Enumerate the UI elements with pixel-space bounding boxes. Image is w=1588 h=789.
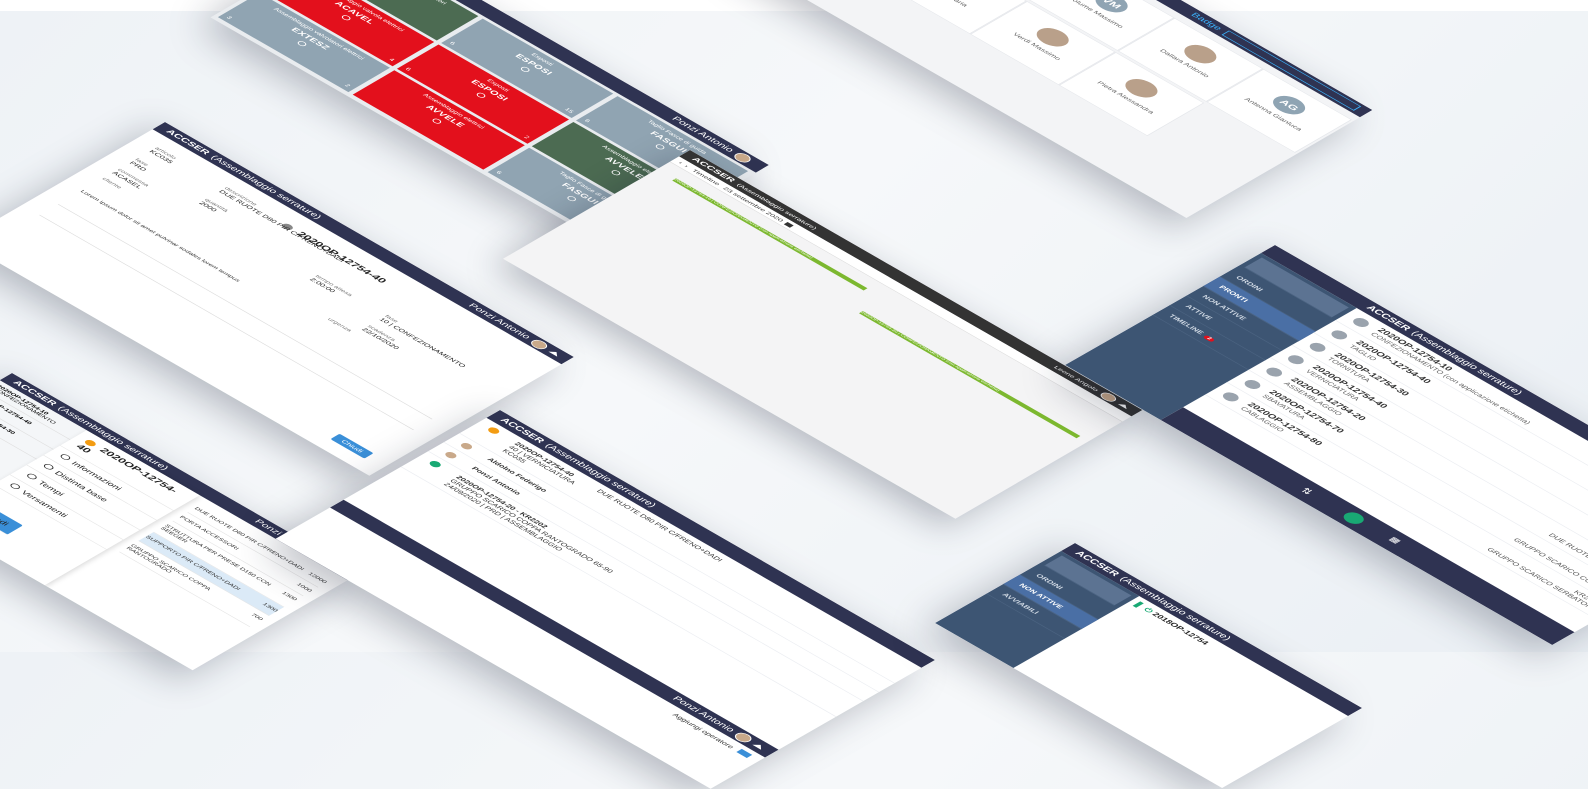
avatar[interactable] — [528, 338, 550, 351]
tile-count: 6 — [495, 170, 503, 175]
tile-qty: 2 — [522, 135, 530, 140]
operators-screen: Badge Fabbri BattistaDADallara AntonioVM… — [734, 0, 1372, 218]
detail-field: articoloKC035 — [148, 146, 179, 164]
user-name: Ponzi Antonio — [466, 302, 532, 340]
component-qty: 1300 — [276, 591, 298, 604]
home-icon[interactable] — [548, 350, 560, 357]
tile-count: 6 — [583, 119, 591, 124]
component-qty: 1300 — [261, 602, 279, 612]
badge: 2 — [1203, 335, 1215, 342]
app-name: ACCSER — [164, 128, 212, 156]
tile-qty: 2 — [343, 83, 351, 88]
corner-header: ACCSER (Assemblaggio serrature) — [1061, 543, 1362, 716]
assign-desc — [533, 502, 540, 506]
status-icon — [427, 460, 443, 469]
chevron-left-icon[interactable]: ‹ — [677, 161, 684, 165]
operator-name: Rossi Maria — [902, 0, 995, 22]
tile-qty: 4 — [387, 58, 395, 63]
detail-field: urgenza — [326, 317, 352, 332]
order-icon — [1285, 353, 1307, 366]
status-icon — [486, 426, 502, 435]
download-icon — [9, 482, 22, 490]
order-icon — [1220, 391, 1242, 404]
timeline-screen: ACCSER (Assemblaggio serrature) Leone An… — [503, 150, 1142, 519]
avatar[interactable] — [732, 731, 755, 744]
home-icon[interactable] — [1118, 402, 1130, 409]
status-icon — [443, 451, 459, 460]
people-grid: Fabbri BattistaDADallara AntonioVMVolume… — [734, 0, 1360, 218]
calendar-icon[interactable] — [784, 222, 794, 228]
detail-field: tempo attesa2:00:00 — [308, 274, 353, 300]
operator-name: Antenna Gianluca — [1227, 88, 1320, 141]
list-icon — [42, 463, 55, 471]
component-qty: 1000 — [295, 583, 313, 593]
assign-desc — [620, 577, 638, 588]
assign-list: 2020OP-12754-4040 | VERNICIATURAKC035DUE… — [401, 418, 922, 717]
corner-screen: ACCSER (Assemblaggio serrature) ORDININO… — [935, 543, 1362, 788]
order-icon — [1307, 341, 1329, 354]
assign-row[interactable]: Aldolno Federigo — [444, 433, 895, 692]
assign-desc — [559, 500, 566, 504]
order-icon — [1242, 378, 1264, 391]
confirm-button[interactable] — [1340, 510, 1368, 526]
tile-qty: 15 — [563, 107, 574, 114]
divider — [58, 204, 433, 419]
tile-count: 3 — [225, 15, 233, 20]
order-icon — [1263, 366, 1285, 379]
detail-field: fasePRD — [128, 158, 153, 172]
assign-row[interactable]: Ponzi Antonio — [428, 442, 879, 701]
order-icon — [1328, 329, 1350, 342]
tile-count: 6 — [448, 41, 456, 46]
operator-name: Verdi Massimo — [991, 20, 1084, 73]
tile-count: 6 — [404, 67, 412, 72]
add-operator-button[interactable] — [736, 749, 752, 758]
app-subtitle: (Assemblaggio serrature) — [1117, 575, 1233, 642]
close-button[interactable]: Chiudi — [0, 501, 23, 535]
clock-icon — [25, 473, 38, 481]
home-icon[interactable] — [752, 742, 765, 749]
info-icon — [59, 453, 72, 461]
operator-name: Pietra Alessandra — [1079, 71, 1172, 124]
chevron-right-icon[interactable]: › — [683, 164, 690, 168]
close-button[interactable]: Chiudi — [331, 434, 374, 459]
field-label: urgenza — [326, 317, 352, 332]
status-icon — [459, 442, 475, 451]
sort-icon[interactable]: ⇅ — [1298, 486, 1317, 497]
grid-icon[interactable]: ▦ — [1387, 536, 1403, 545]
order-icon — [1350, 316, 1372, 329]
detail-field: quantità2000 — [197, 198, 229, 216]
